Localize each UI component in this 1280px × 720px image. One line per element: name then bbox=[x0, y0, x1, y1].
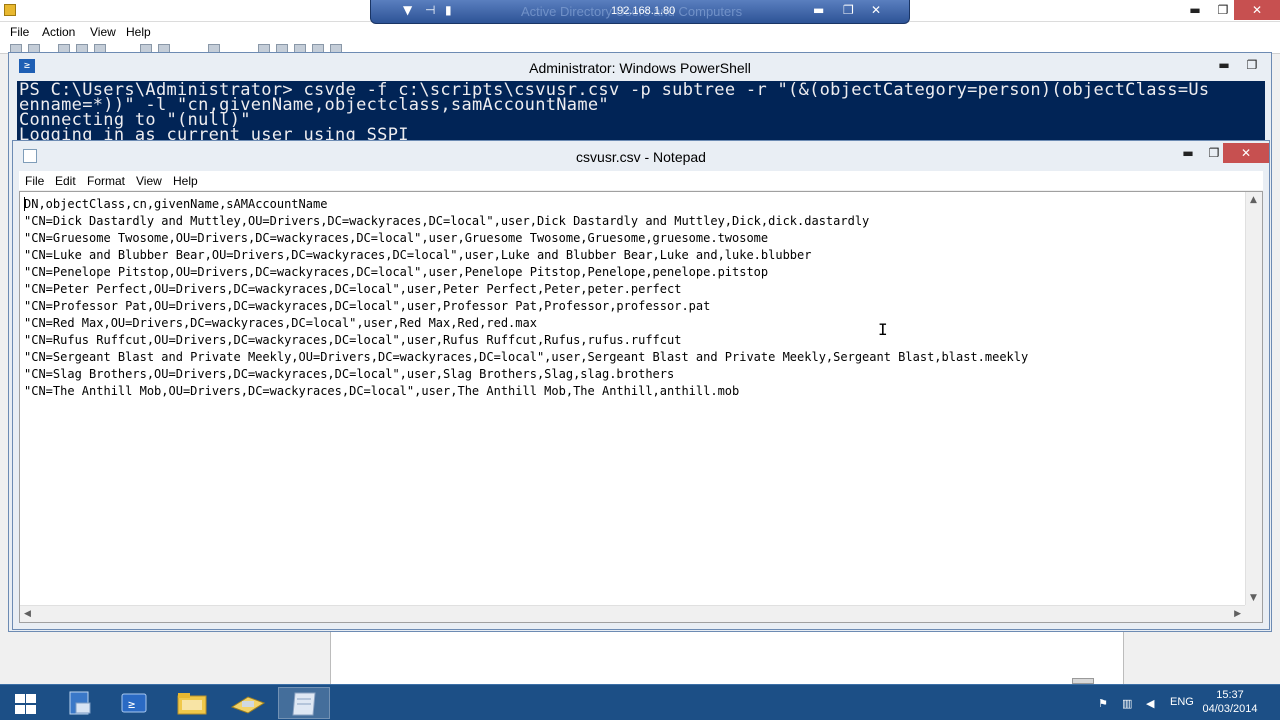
aduc-menubar: File Action View Help bbox=[0, 22, 1280, 42]
folder-icon bbox=[177, 693, 207, 715]
clock-date: 04/03/2014 bbox=[1202, 703, 1258, 715]
language-indicator[interactable]: ENG bbox=[1170, 696, 1194, 708]
taskbar-notepad[interactable] bbox=[278, 687, 330, 719]
powershell-titlebar[interactable]: ≥ Administrator: Windows PowerShell ▬ ❐ bbox=[9, 53, 1271, 81]
notepad-menu-file[interactable]: File bbox=[25, 174, 44, 188]
rdp-restore-button[interactable]: ❐ bbox=[843, 3, 854, 17]
remote-connection-bar: ▼ ⊣ ▮ Active Directory Users and Compute… bbox=[370, 0, 910, 24]
csv-record-line: "CN=Gruesome Twosome,OU=Drivers,DC=wacky… bbox=[24, 231, 769, 245]
aduc-menu-help[interactable]: Help bbox=[126, 25, 151, 39]
powershell-taskbar-icon: ≥ bbox=[121, 693, 147, 713]
aduc-menu-view[interactable]: View bbox=[90, 25, 116, 39]
taskbar-server-manager[interactable] bbox=[54, 687, 106, 719]
notepad-taskbar-icon bbox=[292, 692, 316, 716]
csv-record-line: "CN=Rufus Ruffcut,OU=Drivers,DC=wackyrac… bbox=[24, 333, 682, 347]
rdp-minimize-button[interactable]: ▬ bbox=[813, 3, 824, 17]
powershell-title: Administrator: Windows PowerShell bbox=[529, 60, 751, 76]
clock-time: 15:37 bbox=[1216, 689, 1244, 701]
csv-record-line: "CN=Slag Brothers,OU=Drivers,DC=wackyrac… bbox=[24, 367, 675, 381]
pin-icon[interactable]: ▼ bbox=[403, 3, 412, 17]
volume-icon[interactable]: ◀ bbox=[1146, 697, 1154, 710]
scroll-up-icon[interactable]: ▲ bbox=[1250, 195, 1257, 205]
rdp-close-button[interactable]: ✕ bbox=[871, 3, 881, 17]
connection-icon: ⊣ bbox=[425, 3, 436, 17]
signal-strength-icon: ▮ bbox=[445, 3, 452, 17]
active-directory-icon bbox=[230, 696, 266, 714]
start-button[interactable] bbox=[0, 687, 52, 719]
scroll-right-icon[interactable]: ▶ bbox=[1234, 609, 1241, 619]
network-icon[interactable]: ▥ bbox=[1122, 697, 1132, 710]
csv-record-line: "CN=Penelope Pitstop,OU=Drivers,DC=wacky… bbox=[24, 265, 769, 279]
aduc-minimize-button[interactable]: ▬ bbox=[1180, 0, 1210, 20]
horizontal-scrollbar[interactable]: ◀ ▶ bbox=[20, 605, 1245, 622]
ibeam-cursor-icon: I bbox=[878, 320, 888, 339]
notepad-close-button[interactable]: ✕ bbox=[1223, 143, 1269, 163]
notepad-menu-edit[interactable]: Edit bbox=[55, 174, 76, 188]
notepad-menu-view[interactable]: View bbox=[136, 174, 162, 188]
csv-record-line: "CN=Peter Perfect,OU=Drivers,DC=wackyrac… bbox=[24, 282, 682, 296]
notepad-menu-help[interactable]: Help bbox=[173, 174, 198, 188]
vertical-scrollbar[interactable]: ▲ ▼ bbox=[1245, 192, 1262, 606]
csv-content[interactable]: DN,objectClass,cn,givenName,sAMAccountNa… bbox=[24, 196, 1242, 600]
notepad-titlebar[interactable]: csvusr.csv - Notepad ▬ ❐ ✕ bbox=[13, 141, 1269, 171]
aduc-app-icon bbox=[4, 4, 16, 16]
notepad-menubar: File Edit Format View Help bbox=[19, 171, 1263, 191]
flag-icon[interactable]: ⚑ bbox=[1098, 697, 1108, 710]
windows-logo-icon bbox=[14, 693, 38, 715]
csv-record-line: "CN=Professor Pat,OU=Drivers,DC=wackyrac… bbox=[24, 299, 711, 313]
aduc-details-pane bbox=[330, 630, 1124, 684]
csv-record-line: "CN=Dick Dastardly and Muttley,OU=Driver… bbox=[24, 214, 870, 228]
csv-header-line: DN,objectClass,cn,givenName,sAMAccountNa… bbox=[24, 197, 328, 211]
scrollbar-corner bbox=[1245, 605, 1262, 622]
taskbar-file-explorer[interactable] bbox=[166, 687, 218, 719]
aduc-menu-file[interactable]: File bbox=[10, 25, 29, 39]
csv-record-line: "CN=Luke and Blubber Bear,OU=Drivers,DC=… bbox=[24, 248, 812, 262]
notepad-text-area[interactable]: DN,objectClass,cn,givenName,sAMAccountNa… bbox=[19, 191, 1263, 623]
scroll-down-icon[interactable]: ▼ bbox=[1250, 593, 1257, 603]
notepad-menu-format[interactable]: Format bbox=[87, 174, 125, 188]
aduc-actions-pane bbox=[1124, 630, 1280, 684]
powershell-minimize-button[interactable]: ▬ bbox=[1209, 55, 1239, 75]
svg-text:≥: ≥ bbox=[128, 697, 135, 711]
powershell-maximize-button[interactable]: ❐ bbox=[1237, 55, 1267, 75]
taskbar: ≥ ⚑ ▥ ◀ ENG 15:37 04/03/2014 bbox=[0, 684, 1280, 720]
text-caret bbox=[24, 197, 25, 211]
notepad-title: csvusr.csv - Notepad bbox=[576, 149, 706, 165]
notepad-window[interactable]: csvusr.csv - Notepad ▬ ❐ ✕ File Edit For… bbox=[12, 140, 1270, 630]
scroll-left-icon[interactable]: ◀ bbox=[24, 609, 31, 619]
aduc-menu-action[interactable]: Action bbox=[42, 25, 75, 39]
taskbar-ad-users[interactable] bbox=[222, 687, 274, 719]
csv-record-line: "CN=The Anthill Mob,OU=Drivers,DC=wackyr… bbox=[24, 384, 740, 398]
server-manager-icon bbox=[69, 691, 91, 715]
rdp-host-address: 192.168.1.80 bbox=[611, 5, 676, 17]
aduc-close-button[interactable]: ✕ bbox=[1234, 0, 1280, 20]
csv-record-line: "CN=Sergeant Blast and Private Meekly,OU… bbox=[24, 350, 1029, 364]
csv-record-line: "CN=Red Max,OU=Drivers,DC=wackyraces,DC=… bbox=[24, 316, 537, 330]
clock[interactable]: 15:37 04/03/2014 bbox=[1200, 688, 1260, 716]
taskbar-powershell[interactable]: ≥ bbox=[108, 687, 160, 719]
